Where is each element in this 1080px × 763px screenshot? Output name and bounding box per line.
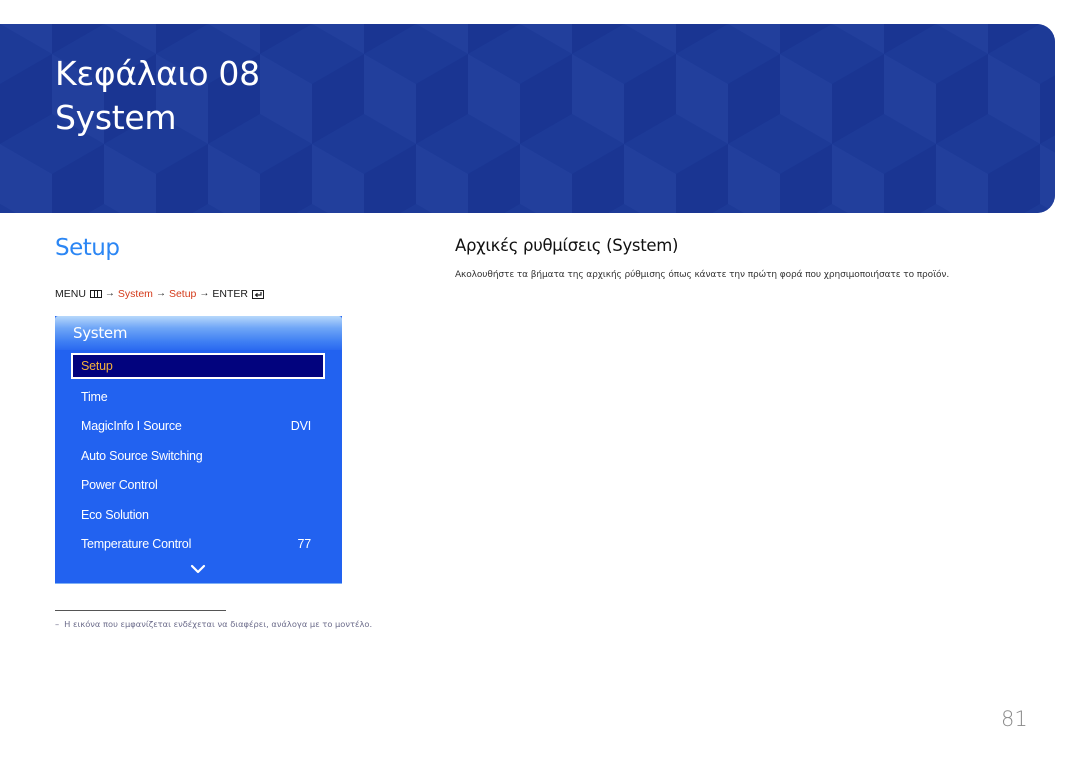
footnote-dash: – <box>55 619 60 629</box>
menu-item-label: Power Control <box>81 478 158 492</box>
menu-title: System <box>73 324 128 342</box>
chevron-down-icon[interactable] <box>189 563 207 575</box>
menu-header: System <box>55 316 342 350</box>
menu-path: MENU → System → Setup → ENTER <box>55 287 264 301</box>
menu-item-value: 77 <box>297 537 311 551</box>
menu-label: MENU <box>55 288 86 300</box>
menu-item-label: Eco Solution <box>81 508 149 522</box>
menu-item-time[interactable]: Time <box>71 384 325 410</box>
footnote: – Η εικόνα που εμφανίζεται ενδέχεται να δ… <box>55 618 372 630</box>
subsection-title: Αρχικές ρυθμίσεις (System) <box>455 236 679 255</box>
menu-item-label: Temperature Control <box>81 537 192 551</box>
section-title: Setup <box>55 235 120 261</box>
menu-item-temperature-control[interactable]: Temperature Control 77 <box>71 531 325 557</box>
menu-item-eco-solution[interactable]: Eco Solution <box>71 502 325 528</box>
enter-label: ENTER <box>212 288 248 300</box>
enter-icon <box>251 289 264 299</box>
chapter-number: Κεφάλαιο 08 <box>55 54 260 93</box>
footnote-text: Η εικόνα που εμφανίζεται ενδέχεται να δι… <box>64 619 373 629</box>
menu-item-magicinfo-source[interactable]: MagicInfo I Source DVI <box>71 413 325 439</box>
menu-item-auto-source-switching[interactable]: Auto Source Switching <box>71 443 325 469</box>
arrow-icon: → <box>199 288 210 299</box>
cube-face <box>1040 144 1055 213</box>
page-number: 81 <box>1001 707 1028 731</box>
chapter-title: System <box>55 98 177 137</box>
menu-item-label: Time <box>81 390 108 404</box>
menu-item-label: MagicInfo I Source <box>81 419 182 433</box>
menu-item-value: DVI <box>290 419 311 433</box>
path-step-setup: Setup <box>168 288 197 300</box>
menu-item-power-control[interactable]: Power Control <box>71 472 325 498</box>
chapter-banner: Κεφάλαιο 08 System <box>0 24 1055 213</box>
menu-item-label: Auto Source Switching <box>81 449 203 463</box>
arrow-icon: → <box>155 288 166 299</box>
subsection-description: Ακολουθήστε τα βήματα της αρχικής ρύθμισ… <box>455 270 950 280</box>
path-step-system: System <box>117 288 153 300</box>
menu-item-label: Setup <box>81 359 113 373</box>
menu-grid-icon <box>89 290 102 298</box>
footnote-divider <box>55 610 226 611</box>
arrow-icon: → <box>104 288 115 299</box>
chapter-heading: Κεφάλαιο 08 System <box>55 52 260 140</box>
menu-item-setup[interactable]: Setup <box>71 353 325 379</box>
system-menu-panel: System Setup Time MagicInfo I Source DVI… <box>55 316 342 583</box>
